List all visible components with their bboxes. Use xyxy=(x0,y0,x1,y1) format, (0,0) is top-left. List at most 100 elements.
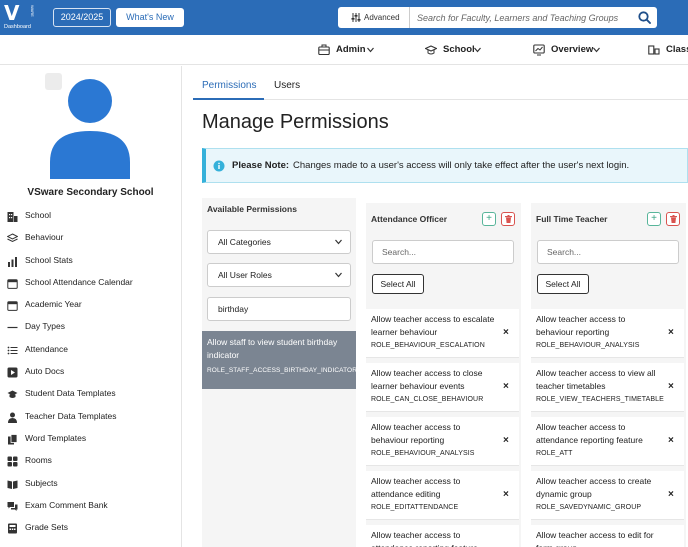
sidebar-item-school-stats[interactable]: School Stats xyxy=(0,251,181,273)
category-select-value: All Categories xyxy=(218,237,271,247)
nav-class[interactable]: Class xyxy=(648,43,688,57)
sidebar-item-label: Teacher Data Templates xyxy=(25,410,117,421)
graduation-cap-icon xyxy=(425,45,437,55)
permission-title: Allow teacher access to create dynamic g… xyxy=(536,476,652,499)
delete-role-button[interactable] xyxy=(501,212,515,226)
bar-chart-icon xyxy=(8,256,17,267)
role-permission-item[interactable]: Allow teacher access to attendance repor… xyxy=(531,417,684,466)
sidebar-item-rooms[interactable]: Rooms xyxy=(0,451,181,473)
sidebar-item-label: Auto Docs xyxy=(25,366,65,377)
sidebar-item-day-types[interactable]: Day Types xyxy=(0,317,181,339)
remove-permission-icon[interactable]: × xyxy=(503,381,509,392)
remove-permission-icon[interactable]: × xyxy=(668,489,674,500)
permission-filter-input[interactable] xyxy=(207,297,351,321)
delete-role-button[interactable] xyxy=(666,212,680,226)
permission-code: ROLE_EDITATTENDANCE xyxy=(371,504,459,511)
note-text: Please Note: Changes made to a user's acc… xyxy=(232,160,629,171)
nav-overview-label: Overview xyxy=(551,44,594,55)
nav-school-label: School xyxy=(443,44,475,55)
logo-side-text: WARE xyxy=(30,5,35,17)
sidebar-item-school[interactable]: School xyxy=(0,206,181,228)
role-search-input[interactable] xyxy=(537,240,679,264)
role-column-full-time-teacher: Full Time Teacher + Select All Allow tea… xyxy=(531,203,686,547)
remove-permission-icon[interactable]: × xyxy=(668,327,674,338)
sidebar-item-subjects[interactable]: Subjects xyxy=(0,474,181,496)
chevron-down-icon xyxy=(367,47,374,53)
role-permission-item[interactable]: Allow teacher access to behaviour report… xyxy=(366,417,519,466)
nav-admin-label: Admin xyxy=(336,44,366,55)
role-permission-item[interactable]: Allow teacher access to edit for form gr… xyxy=(531,525,684,547)
role-permission-item[interactable]: Allow teacher access to escalate learner… xyxy=(366,309,519,358)
advanced-label: Advanced xyxy=(364,13,400,22)
graduation-cap-icon xyxy=(7,390,18,399)
chevron-down-icon xyxy=(474,47,481,53)
role-name: Full Time Teacher xyxy=(536,214,608,224)
search-icon[interactable] xyxy=(638,11,651,24)
nav-school[interactable]: School xyxy=(425,43,487,57)
sidebar-item-grade-sets[interactable]: Grade Sets xyxy=(0,518,181,540)
remove-permission-icon[interactable]: × xyxy=(668,381,674,392)
global-search-input[interactable] xyxy=(417,7,632,28)
sidebar-item-student-data-templates[interactable]: Student Data Templates xyxy=(0,384,181,406)
remove-permission-icon[interactable]: × xyxy=(503,327,509,338)
sidebar-item-behaviour[interactable]: Behaviour xyxy=(0,228,181,250)
play-icon xyxy=(7,367,18,378)
comments-icon xyxy=(7,501,18,511)
sidebar-item-label: School Stats xyxy=(25,254,73,265)
trash-icon xyxy=(505,215,512,223)
logo-subtitle: Dashboard xyxy=(4,24,31,30)
sidebar-item-label: Behaviour xyxy=(25,232,64,243)
sidebar-item-teacher-data-templates[interactable]: Teacher Data Templates xyxy=(0,407,181,429)
sidebar-item-label: Rooms xyxy=(25,455,52,466)
permission-title: Allow teacher access to behaviour report… xyxy=(536,314,626,337)
select-all-button[interactable]: Select All xyxy=(537,274,589,294)
available-permission-item[interactable]: Allow staff to view student birthday ind… xyxy=(202,331,357,389)
tab-permissions[interactable]: Permissions xyxy=(193,80,264,100)
tab-users[interactable]: Users xyxy=(274,80,304,100)
chevron-down-icon xyxy=(335,239,342,245)
advanced-search-button[interactable]: Advanced xyxy=(338,7,410,28)
grid-icon xyxy=(7,456,18,467)
permission-code: ROLE_ATT xyxy=(536,450,573,457)
role-search-input[interactable] xyxy=(372,240,514,264)
add-permission-button[interactable]: + xyxy=(647,212,661,226)
sidebar-item-word-templates[interactable]: Word Templates xyxy=(0,429,181,451)
sidebar-item-attendance[interactable]: Attendance xyxy=(0,340,181,362)
permission-title: Allow teacher access to view all teacher… xyxy=(536,368,656,391)
nav-admin[interactable]: Admin xyxy=(318,43,378,57)
chart-icon xyxy=(533,44,545,56)
user-role-select[interactable]: All User Roles xyxy=(207,263,351,287)
category-select[interactable]: All Categories xyxy=(207,230,351,254)
calendar-icon xyxy=(7,279,18,289)
vsware-logo[interactable]: V WARE Dashboard xyxy=(4,3,38,31)
add-permission-button[interactable]: + xyxy=(482,212,496,226)
global-search: Advanced xyxy=(338,7,657,28)
building-icon xyxy=(7,212,18,222)
permission-code: ROLE_SAVEDYNAMIC_GROUP xyxy=(536,504,642,511)
academic-year-button[interactable]: 2024/2025 xyxy=(53,8,111,27)
role-permission-item[interactable]: Allow teacher access to attendance editi… xyxy=(366,471,519,520)
school-name: VSware Secondary School xyxy=(27,187,154,198)
whats-new-button[interactable]: What's New xyxy=(116,8,184,27)
role-permission-item[interactable]: Allow teacher access to view all teacher… xyxy=(531,363,684,412)
sidebar-item-academic-year[interactable]: Academic Year xyxy=(0,295,181,317)
permission-title: Allow teacher access to close learner be… xyxy=(371,368,483,391)
remove-permission-icon[interactable]: × xyxy=(503,435,509,446)
role-permission-item[interactable]: Allow teacher access to create dynamic g… xyxy=(531,471,684,520)
role-name: Attendance Officer xyxy=(371,214,448,224)
role-permission-item[interactable]: Allow teacher access to attendance repor… xyxy=(366,525,519,547)
remove-permission-icon[interactable]: × xyxy=(668,435,674,446)
sidebar-item-auto-docs[interactable]: Auto Docs xyxy=(0,362,181,384)
remove-permission-icon[interactable]: × xyxy=(503,489,509,500)
sidebar-item-exam-comment-bank[interactable]: Exam Comment Bank xyxy=(0,496,181,518)
role-permission-item[interactable]: Allow teacher access to close learner be… xyxy=(366,363,519,412)
permission-title: Allow teacher access to behaviour report… xyxy=(371,422,461,445)
permission-code: ROLE_BEHAVIOUR_ANALYSIS xyxy=(536,342,640,349)
page-title: Manage Permissions xyxy=(202,111,389,133)
sidebar-item-label: Attendance xyxy=(25,343,69,354)
select-all-button[interactable]: Select All xyxy=(372,274,424,294)
role-permission-item[interactable]: Allow teacher access to behaviour report… xyxy=(531,309,684,358)
user-role-select-value: All User Roles xyxy=(218,270,272,280)
sidebar-item-attendance-calendar[interactable]: School Attendance Calendar xyxy=(0,273,181,295)
nav-overview[interactable]: Overview xyxy=(533,43,603,57)
